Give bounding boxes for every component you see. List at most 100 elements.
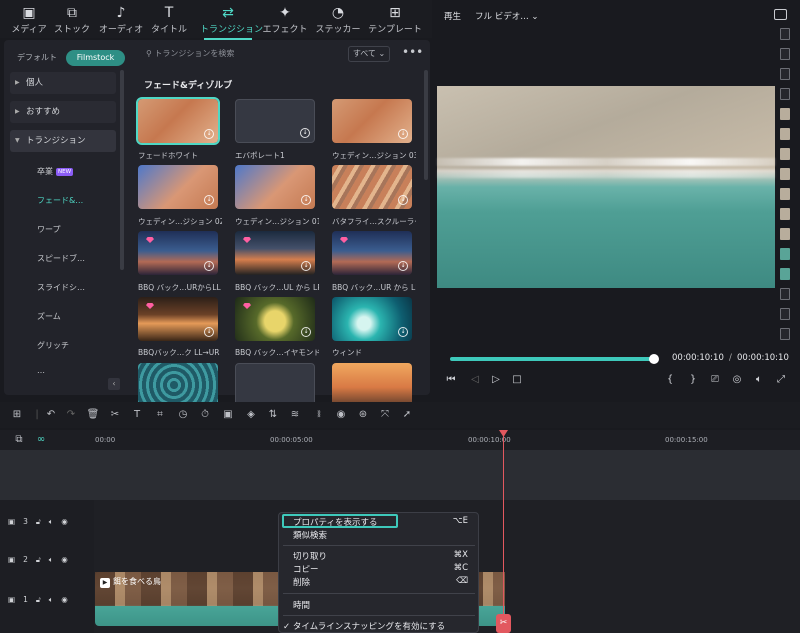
stop-icon[interactable]: □ <box>510 373 524 387</box>
text-icon[interactable]: T <box>130 408 144 422</box>
transition-card[interactable] <box>235 363 315 407</box>
split-icon[interactable]: ⧚ <box>312 408 326 422</box>
nav-transitions[interactable]: ▼ トランジション <box>10 130 116 152</box>
transition-card[interactable]: ↓ <box>332 165 412 209</box>
subitem-more[interactable]: … <box>37 366 45 375</box>
play-icon[interactable]: ▷ <box>489 373 503 387</box>
volume-icon[interactable]: 🔈︎ <box>49 595 54 605</box>
menu-item-cut[interactable]: 切り取り <box>293 550 327 562</box>
grid-scrollbar[interactable] <box>424 70 428 180</box>
download-icon[interactable]: ↓ <box>301 195 311 205</box>
menu-item-similar-search[interactable]: 類似検索 <box>293 529 327 541</box>
subitem-graduation[interactable]: 卒業 NEW <box>37 166 74 177</box>
adjust-icon[interactable]: ⇅ <box>266 408 280 422</box>
mark-in-icon[interactable]: { <box>663 373 677 387</box>
nav-recommended[interactable]: ▶ おすすめ <box>10 101 116 123</box>
transition-card[interactable] <box>332 363 412 407</box>
download-icon[interactable]: ↓ <box>301 261 311 271</box>
lock-icon[interactable]: 🔓︎ <box>36 517 41 527</box>
camera-icon[interactable]: ◎ <box>730 373 744 387</box>
transition-card[interactable]: ↓ <box>136 97 220 145</box>
collapse-panel-button[interactable]: ‹ <box>108 378 120 390</box>
pointer-icon[interactable]: ➚ <box>400 408 414 422</box>
transform-icon[interactable]: ⤧ <box>378 408 392 422</box>
scissors-icon[interactable]: ✂ <box>108 408 122 422</box>
motion-icon[interactable]: ◉ <box>334 408 348 422</box>
transition-card[interactable]: ↓ <box>332 99 412 143</box>
step-back-icon[interactable]: ⏮ <box>444 373 458 387</box>
download-icon[interactable]: ↓ <box>398 129 408 139</box>
transition-card[interactable]: ↓ <box>138 231 218 275</box>
snapshot-image-icon[interactable] <box>774 9 787 20</box>
subitem-warp[interactable]: ワープ <box>37 224 61 235</box>
volume-icon[interactable]: 🔈︎ <box>49 555 54 565</box>
transition-card[interactable]: ↓ <box>332 231 412 275</box>
playback-progress-bar[interactable] <box>450 357 654 361</box>
menu-item-delete[interactable]: 削除 <box>293 576 310 588</box>
more-options-button[interactable]: ••• <box>402 46 423 62</box>
toolbar-stock[interactable]: ⧉ ストック <box>47 4 97 36</box>
undo-icon[interactable]: ↶ <box>44 408 58 422</box>
timer-icon[interactable]: ⏱ <box>198 408 212 422</box>
add-track-icon[interactable]: ⧉ <box>12 433 26 447</box>
download-icon[interactable]: ↓ <box>204 129 214 139</box>
scissors-split-icon[interactable]: ✂ <box>496 614 511 633</box>
transition-card[interactable]: ↓ <box>235 297 315 341</box>
subitem-glitch[interactable]: グリッチ <box>37 340 69 351</box>
menu-item-timeline-snapping[interactable]: ✓ タイムラインスナッピングを有効にする <box>283 620 445 632</box>
mark-out-icon[interactable]: } <box>686 373 700 387</box>
layout-grid-icon[interactable]: ⊞ <box>10 408 24 422</box>
subitem-speed[interactable]: スピードブ… <box>37 253 85 264</box>
eye-icon[interactable]: ◉ <box>61 517 68 526</box>
download-icon[interactable]: ↓ <box>204 327 214 337</box>
menu-item-duration[interactable]: 時間 <box>293 599 310 611</box>
tab-default[interactable]: デフォルト <box>8 50 66 66</box>
freeze-icon[interactable]: ▣ <box>221 408 235 422</box>
subitem-zoom[interactable]: ズーム <box>37 311 61 322</box>
download-icon[interactable]: ↓ <box>300 128 310 138</box>
menu-item-copy[interactable]: コピー <box>293 563 319 575</box>
download-icon[interactable]: ↓ <box>398 195 408 205</box>
download-icon[interactable]: ↓ <box>204 261 214 271</box>
stabilize-icon[interactable]: ⊛ <box>356 408 370 422</box>
toolbar-effect[interactable]: ✦ エフェクト <box>260 4 310 36</box>
volume-icon[interactable]: 🔈︎ <box>49 517 54 527</box>
download-icon[interactable]: ↓ <box>301 327 311 337</box>
display-icon[interactable]: ⎚ <box>708 373 722 387</box>
toolbar-template[interactable]: ⊞ テンプレート <box>368 4 422 36</box>
transition-card[interactable]: ↓ <box>138 165 218 209</box>
volume-icon[interactable]: 🔈︎ <box>752 373 766 387</box>
nav-scrollbar[interactable] <box>120 70 124 270</box>
download-icon[interactable]: ↓ <box>398 261 408 271</box>
redo-icon[interactable]: ↷ <box>64 408 78 422</box>
playhead[interactable] <box>503 430 504 633</box>
transition-card[interactable]: ↓ <box>235 99 315 143</box>
toolbar-sticker[interactable]: ◔ ステッカー <box>313 4 363 36</box>
progress-knob[interactable] <box>649 354 659 364</box>
quality-dropdown[interactable]: フル ビデオ… ⌄ <box>475 10 539 22</box>
transition-card[interactable]: ↓ <box>235 165 315 209</box>
speed-icon[interactable]: ◷ <box>176 408 190 422</box>
nav-personal[interactable]: ▶ 個人 <box>10 72 116 94</box>
eye-icon[interactable]: ◉ <box>61 555 68 564</box>
lock-icon[interactable]: 🔓︎ <box>36 595 41 605</box>
color-icon[interactable]: ◈ <box>244 408 258 422</box>
toolbar-audio[interactable]: ♪ オーディオ <box>96 4 146 36</box>
crop-icon[interactable]: ⌗ <box>153 408 167 422</box>
download-icon[interactable]: ↓ <box>398 327 408 337</box>
tab-filmstock[interactable]: Filmstock <box>66 50 125 66</box>
link-icon[interactable]: ∞ <box>34 433 48 447</box>
filter-dropdown[interactable]: すべて ⌄ <box>348 46 390 62</box>
transition-card[interactable] <box>138 363 218 407</box>
transition-card[interactable]: ↓ <box>138 297 218 341</box>
transition-card[interactable]: ↓ <box>235 231 315 275</box>
transition-card[interactable]: ↓ <box>332 297 412 341</box>
toolbar-title[interactable]: T タイトル <box>144 4 194 36</box>
download-icon[interactable]: ↓ <box>204 195 214 205</box>
audio-icon[interactable]: ≋ <box>288 408 302 422</box>
toolbar-transition[interactable]: ⇄ トランジション <box>200 4 263 40</box>
subitem-slide[interactable]: スライドシ… <box>37 282 85 293</box>
eye-icon[interactable]: ◉ <box>61 595 68 604</box>
lock-icon[interactable]: 🔓︎ <box>36 555 41 565</box>
transition-search-input[interactable]: ⚲ トランジションを検索 <box>138 44 338 64</box>
